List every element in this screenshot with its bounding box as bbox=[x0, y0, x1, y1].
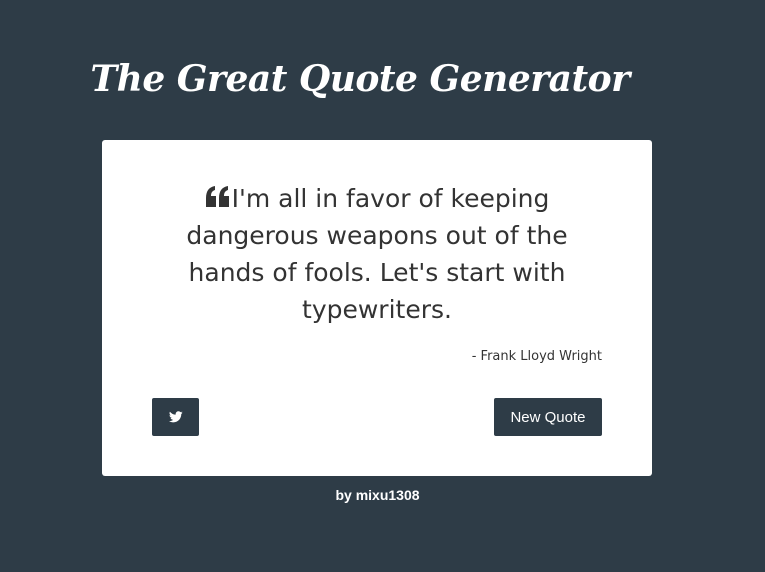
twitter-icon bbox=[168, 411, 183, 423]
new-quote-button[interactable]: New Quote bbox=[494, 398, 602, 436]
tweet-button[interactable] bbox=[152, 398, 199, 436]
quote-author: - Frank Lloyd Wright bbox=[471, 349, 602, 364]
quote-text: I'm all in favor of keeping dangerous we… bbox=[186, 184, 568, 324]
quote-block: I'm all in favor of keeping dangerous we… bbox=[172, 180, 582, 328]
footer-credit: by mixu1308 bbox=[335, 487, 420, 503]
quote-left-icon bbox=[205, 186, 229, 207]
quote-card: I'm all in favor of keeping dangerous we… bbox=[102, 140, 652, 476]
page-title: The Great Quote Generator bbox=[90, 58, 630, 101]
